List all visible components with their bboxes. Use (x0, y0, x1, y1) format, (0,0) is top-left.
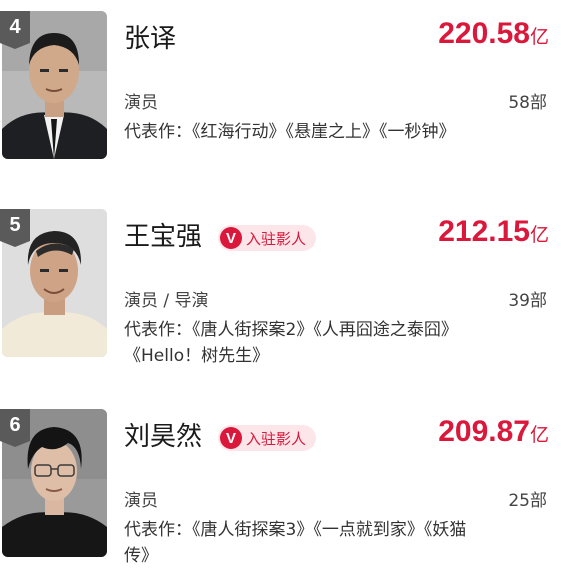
rank-number: 6 (9, 414, 21, 436)
film-count: 39部 (508, 291, 547, 311)
box-office: 209.87亿 (438, 415, 549, 449)
rank-tag: 6 (0, 409, 30, 447)
representative-works: 代表作：《唐人街探案3》《一点就到家》《妖猫传》 (124, 520, 467, 566)
box-office: 212.15亿 (438, 215, 549, 249)
rank-tag: 5 (0, 209, 30, 247)
box-office-unit: 亿 (529, 26, 549, 48)
verified-badge-label: 入驻影人 (246, 229, 307, 248)
rank-tag: 4 (0, 11, 30, 49)
rank-number: 5 (9, 214, 21, 236)
film-count: 25部 (508, 491, 547, 511)
person-name[interactable]: 王宝强 (124, 221, 202, 253)
representative-works: 代表作：《唐人街探案2》《人再囧途之泰囧》《Hello！树先生》 (124, 320, 458, 366)
person-name[interactable]: 刘昊然 (124, 421, 202, 453)
rank-number: 4 (9, 16, 21, 38)
person-role: 演员 (124, 93, 158, 113)
person-name[interactable]: 张译 (124, 23, 176, 55)
box-office-unit: 亿 (529, 424, 549, 446)
verified-badge[interactable]: V 入驻影人 (218, 225, 317, 251)
person-role: 演员 / 导演 (124, 291, 209, 311)
verified-badge[interactable]: V 入驻影人 (218, 425, 317, 451)
person-row[interactable]: 4 张译 220.58亿 演员 58部 代表作：《红海行动》《悬崖之上》《一秒钟… (0, 11, 561, 171)
box-office-value: 212.15 (438, 215, 530, 248)
representative-works: 代表作：《红海行动》《悬崖之上》《一秒钟》 (124, 122, 456, 142)
verified-badge-label: 入驻影人 (246, 429, 307, 448)
verified-v-icon: V (220, 227, 242, 249)
film-count: 58部 (508, 93, 547, 113)
verified-v-icon: V (220, 427, 242, 449)
person-row[interactable]: 6 刘昊然 V 入驻影人 209.87亿 演员 25部 代表作：《唐人街探案3》… (0, 409, 561, 569)
box-office-value: 220.58 (438, 17, 530, 50)
person-row[interactable]: 5 王宝强 V 入驻影人 212.15亿 演员 / 导演 39部 代表作：《唐人… (0, 209, 561, 369)
box-office-unit: 亿 (529, 224, 549, 246)
box-office-value: 209.87 (438, 415, 530, 448)
box-office: 220.58亿 (438, 17, 549, 51)
person-role: 演员 (124, 491, 158, 511)
